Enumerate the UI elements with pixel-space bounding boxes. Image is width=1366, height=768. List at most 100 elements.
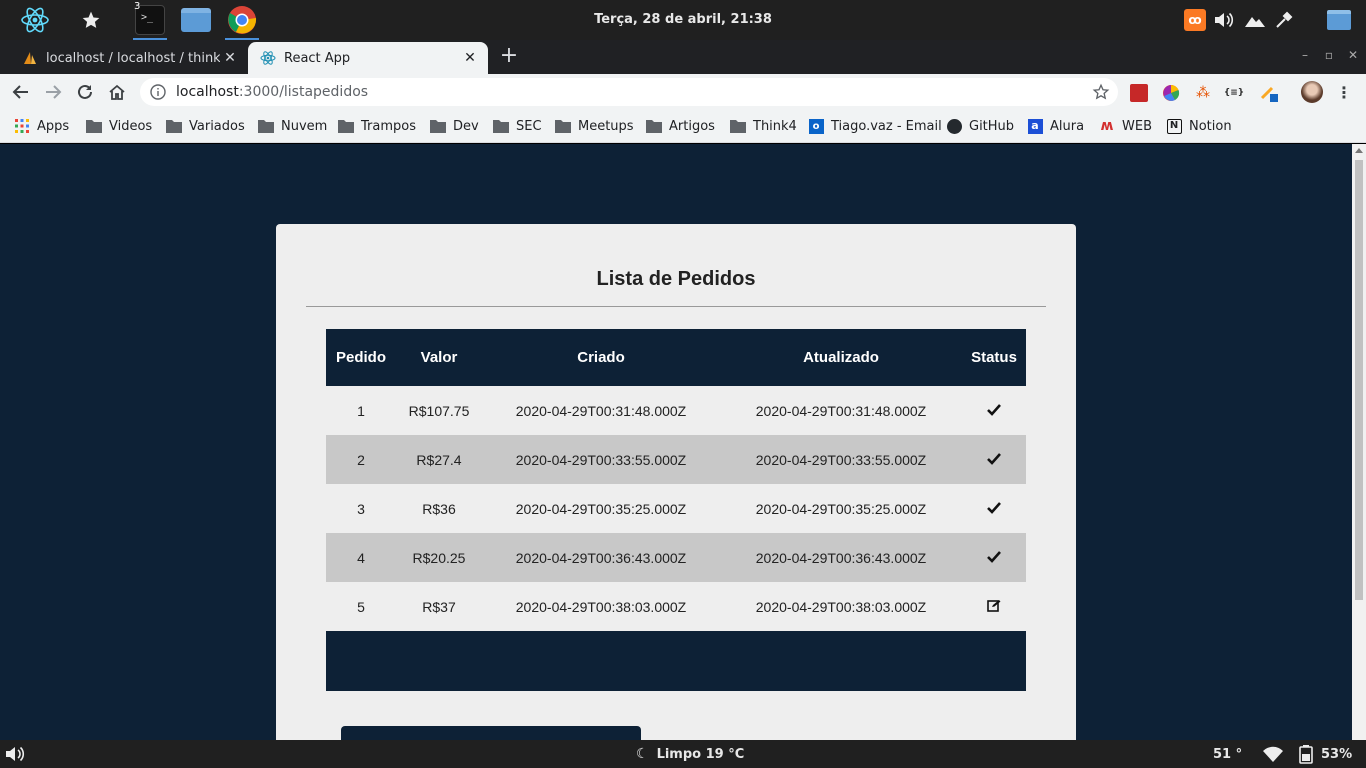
bookmark-label: Artigos	[669, 118, 715, 134]
bookmark-label: Videos	[109, 118, 153, 134]
wifi-icon[interactable]	[1262, 745, 1284, 763]
tab-title: React App	[284, 50, 351, 66]
bookmark-dev[interactable]: Dev	[430, 116, 479, 136]
bookmark-label: Alura	[1050, 118, 1085, 134]
bookmark-web[interactable]: ʍ WEB	[1099, 116, 1152, 136]
extension-people-icon[interactable]: ⁂	[1193, 83, 1213, 103]
cell-atualizado: 2020-04-29T00:31:48.000Z	[755, 402, 927, 419]
cell-criado: 2020-04-29T00:33:55.000Z	[482, 435, 720, 484]
new-tab-button[interactable]: +	[498, 45, 520, 68]
bookmark-label: WEB	[1122, 118, 1152, 134]
bookmark-apps[interactable]: Apps	[14, 116, 69, 136]
chrome-icon[interactable]	[223, 2, 261, 40]
address-bar[interactable]: localhost:3000/listapedidos	[140, 78, 1118, 106]
table-footer	[326, 631, 1026, 691]
bookmark-github[interactable]: GitHub	[946, 116, 1014, 136]
cell-valor: R$107.75	[408, 402, 470, 419]
maximize-icon[interactable]: ▫	[1321, 48, 1337, 64]
header-pedido: Pedido	[326, 329, 396, 386]
table-header-row: Pedido Valor Criado Atualizado Status	[326, 329, 1026, 386]
tab-close-icon[interactable]: ✕	[460, 48, 480, 68]
check-icon[interactable]	[987, 403, 1001, 416]
tab-close-icon[interactable]: ✕	[220, 48, 240, 68]
orders-card: Lista de Pedidos Pedido Valor Criado Atu…	[276, 224, 1076, 740]
chrome-menu-icon[interactable]: ⋮	[1334, 83, 1354, 103]
cell-criado: 2020-04-29T00:35:25.000Z	[515, 500, 687, 517]
reload-icon[interactable]	[72, 79, 98, 105]
edit-icon[interactable]	[987, 599, 1001, 612]
bookmark-notion[interactable]: N Notion	[1166, 116, 1232, 136]
page-title: Lista de Pedidos	[596, 268, 756, 290]
color-picker-icon[interactable]	[1272, 8, 1296, 32]
browser-toolbar: localhost:3000/listapedidos ⁂ {≡} ⋮	[0, 74, 1366, 110]
bookmark-alura[interactable]: a Alura	[1027, 116, 1084, 136]
bookmark-label: Notion	[1189, 118, 1232, 134]
bookmark-trampos[interactable]: Trampos	[338, 116, 416, 136]
forward-arrow-icon[interactable]	[40, 79, 66, 105]
table-row: 5 R$37 2020-04-29T00:38:03.000Z 2020-04-…	[326, 582, 1026, 631]
site-info-icon[interactable]	[150, 84, 166, 100]
extension-json-icon[interactable]: {≡}	[1224, 83, 1244, 103]
alura-icon: a	[1027, 118, 1043, 134]
moon-icon: ☾	[636, 746, 649, 762]
page-viewport: Lista de Pedidos Pedido Valor Criado Atu…	[0, 144, 1352, 740]
bookmark-star-icon[interactable]	[1092, 83, 1110, 101]
network-mountain-icon[interactable]	[1243, 8, 1267, 32]
minimize-icon[interactable]: –	[1297, 48, 1313, 64]
title-divider	[306, 306, 1046, 307]
apps-grid-icon	[14, 118, 30, 134]
bookmark-label: GitHub	[969, 118, 1015, 134]
check-icon[interactable]	[987, 452, 1001, 465]
tab-react-app[interactable]: React App ✕	[248, 42, 488, 74]
extension-red-icon[interactable]	[1129, 83, 1149, 103]
table-row: 1 R$107.75 2020-04-29T00:31:48.000Z 2020…	[326, 386, 1026, 435]
cell-status	[962, 533, 1026, 582]
bookmark-videos[interactable]: Videos	[86, 116, 152, 136]
extension-pen-icon[interactable]	[1259, 83, 1279, 103]
files-folder-icon[interactable]	[177, 2, 215, 38]
bookmark-nuvem[interactable]: Nuvem	[258, 116, 327, 136]
terminal-icon[interactable]: >_ 3	[131, 1, 169, 40]
speaker-icon[interactable]	[4, 745, 26, 763]
window-switcher-icon[interactable]	[1326, 8, 1352, 32]
bookmark-think4[interactable]: Think4	[730, 116, 797, 136]
profile-avatar[interactable]	[1300, 80, 1324, 104]
check-icon[interactable]	[987, 501, 1001, 514]
extension-color-wheel-icon[interactable]	[1161, 83, 1181, 103]
close-window-icon[interactable]: ✕	[1345, 48, 1361, 64]
weather-widget[interactable]: ☾ Limpo 19 °C	[636, 745, 744, 763]
cell-pedido: 1	[357, 402, 365, 419]
bookmark-meetups[interactable]: Meetups	[555, 116, 634, 136]
check-icon[interactable]	[987, 550, 1001, 563]
page-scrollbar[interactable]	[1352, 144, 1366, 740]
github-icon	[946, 118, 962, 134]
favorites-star-icon[interactable]	[72, 2, 110, 38]
cell-status	[962, 386, 1026, 435]
action-button[interactable]	[341, 726, 641, 740]
react-launcher-icon[interactable]	[16, 2, 54, 38]
cell-valor: R$37	[422, 598, 456, 615]
bookmark-label: Nuvem	[281, 118, 328, 134]
battery-widget[interactable]: 53%	[1297, 745, 1353, 764]
volume-icon[interactable]	[1212, 8, 1236, 32]
bookmark-sec[interactable]: SEC	[493, 116, 542, 136]
tab-phpmyadmin[interactable]: localhost / localhost / think4_ ✕	[10, 42, 248, 74]
xampp-icon[interactable]: ꝏ	[1183, 8, 1207, 32]
cell-status	[962, 582, 1026, 631]
bookmark-variados[interactable]: Variados	[166, 116, 245, 136]
react-favicon-icon	[260, 51, 276, 65]
back-arrow-icon[interactable]	[8, 79, 34, 105]
folder-icon	[646, 118, 662, 134]
battery-percent: 53%	[1321, 746, 1353, 762]
tab-title: localhost / localhost / think4_	[46, 50, 220, 66]
cell-pedido: 2	[326, 435, 396, 484]
scrollbar-thumb[interactable]	[1355, 160, 1363, 600]
bookmark-label: SEC	[516, 118, 542, 134]
home-icon[interactable]	[104, 79, 130, 105]
bookmark-artigos[interactable]: Artigos	[646, 116, 715, 136]
bookmark-email[interactable]: o Tiago.vaz - Email	[808, 116, 942, 136]
cell-atualizado: 2020-04-29T00:38:03.000Z	[755, 598, 927, 615]
header-atualizado: Atualizado	[720, 329, 962, 386]
scroll-up-arrow-icon[interactable]	[1355, 148, 1363, 153]
weather-text: Limpo 19 °C	[656, 746, 745, 762]
